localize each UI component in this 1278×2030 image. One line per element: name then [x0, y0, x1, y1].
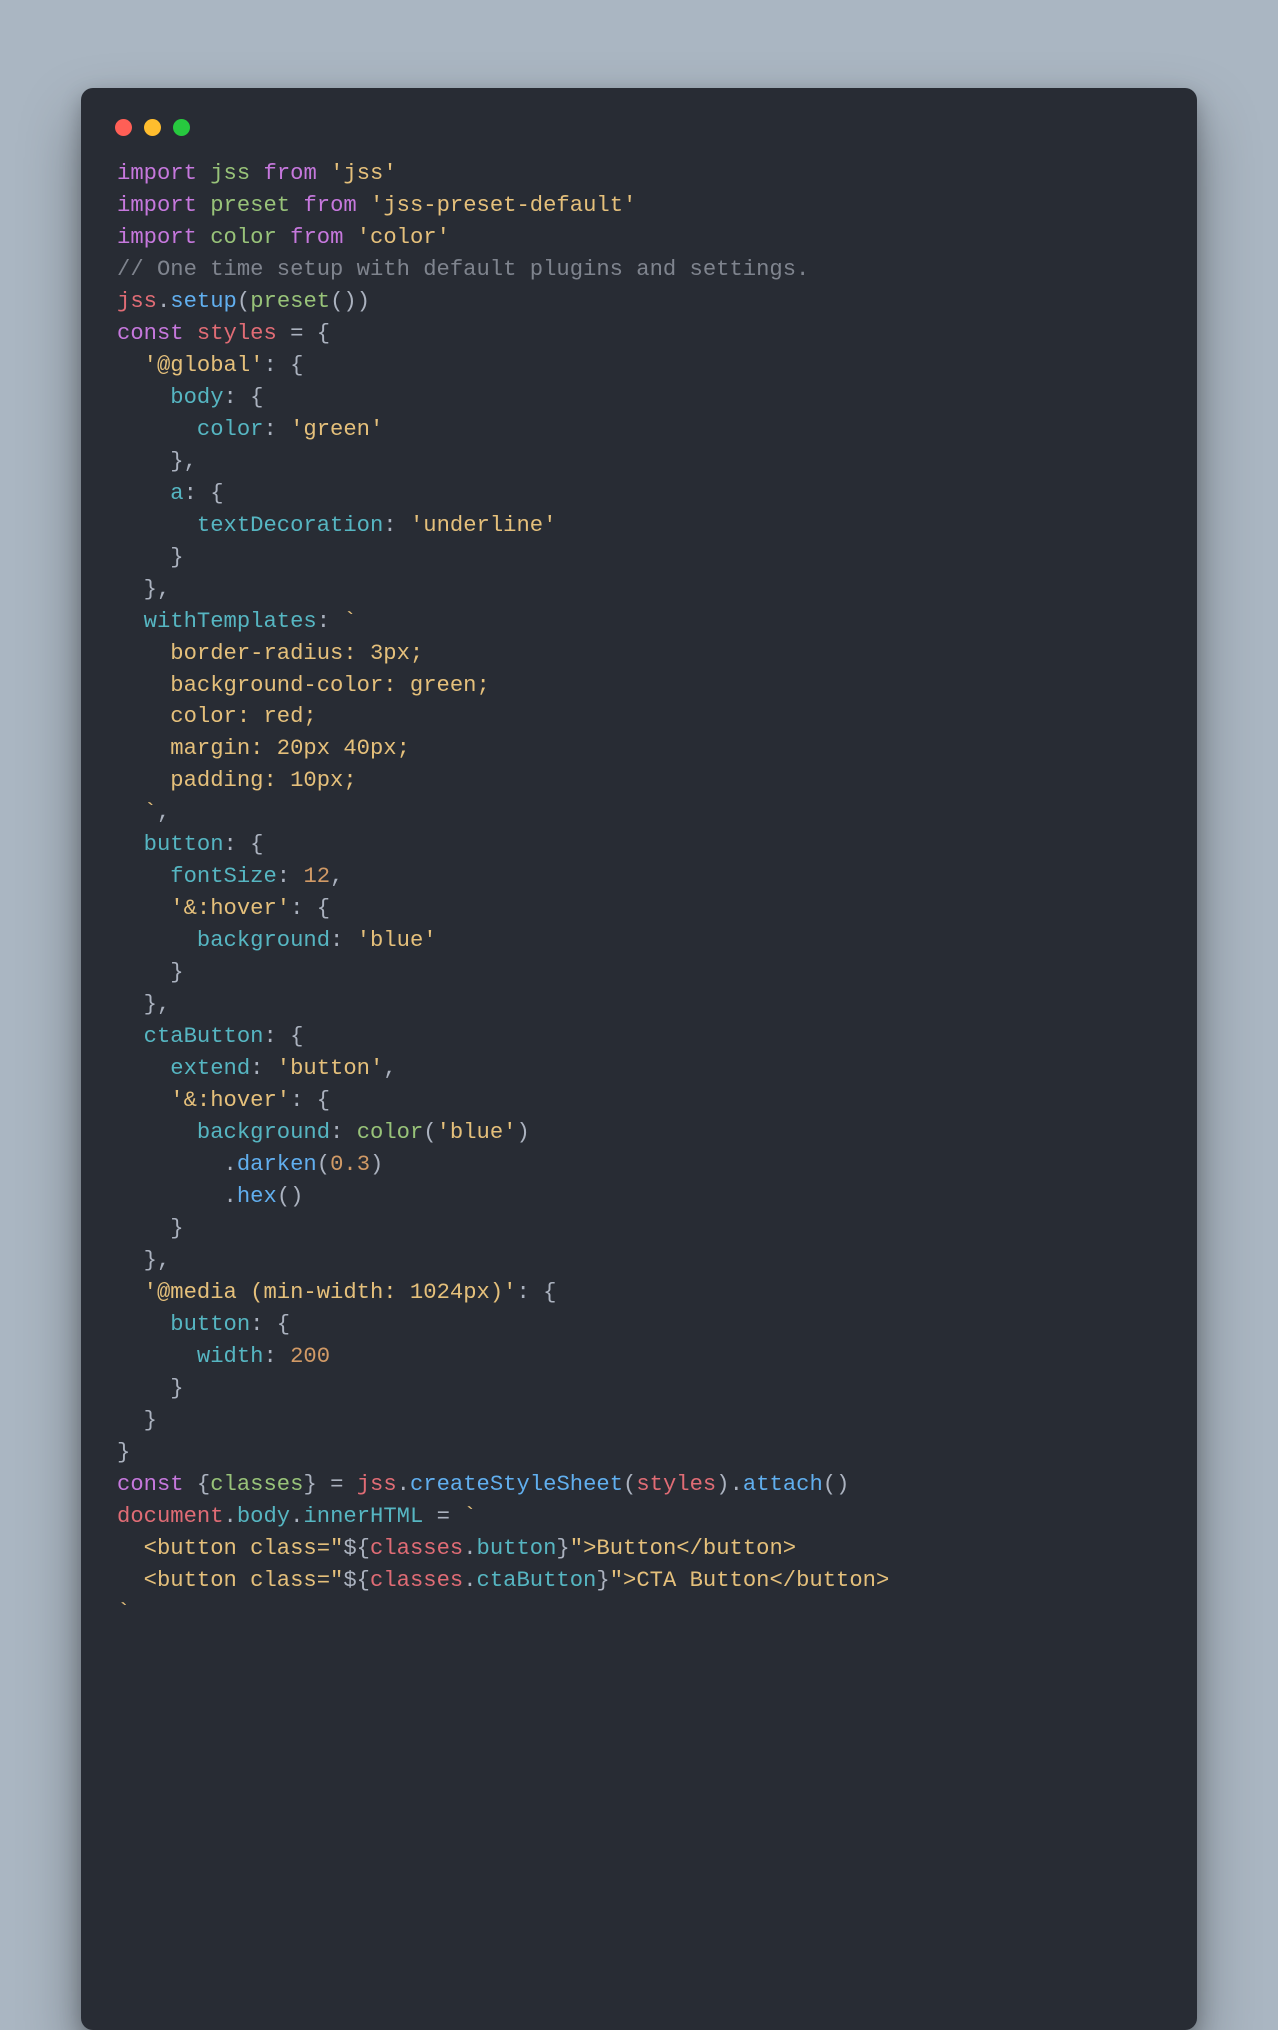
tpl-line: color: red; [117, 704, 317, 729]
key-media: '@media (min-width: 1024px)' [144, 1280, 517, 1305]
stage: import jss from 'jss' import preset from… [0, 0, 1278, 2030]
key-body: body [170, 385, 223, 410]
tpl-line [117, 800, 144, 825]
ident-jss: jss [357, 1472, 397, 1497]
comment: // One time setup with default plugins a… [117, 257, 809, 282]
tpl-text: ">CTA Button</button> [610, 1568, 890, 1593]
key-fontsize: fontSize [170, 864, 277, 889]
method-darken: darken [237, 1152, 317, 1177]
method-createstylesheet: createStyleSheet [410, 1472, 623, 1497]
tpl-line: border-radius: 3px; [117, 641, 423, 666]
key-width: width [197, 1344, 264, 1369]
key-button: button [170, 1312, 250, 1337]
ident-classes: classes [370, 1568, 463, 1593]
val-button: 'button' [277, 1056, 384, 1081]
keyword-const: const [117, 1472, 184, 1497]
key-withtemplates: withTemplates [144, 609, 317, 634]
close-icon[interactable] [115, 119, 132, 136]
prop-ctabutton: ctaButton [477, 1568, 597, 1593]
tpl-line: margin: 20px 40px; [117, 736, 410, 761]
key-hover: '&:hover' [170, 896, 290, 921]
key-a: a [170, 481, 183, 506]
num-12: 12 [303, 864, 330, 889]
ident-color: color [357, 1120, 424, 1145]
key-background: background [197, 1120, 330, 1145]
keyword-const: const [117, 321, 184, 346]
num-200: 200 [290, 1344, 330, 1369]
ident-preset: preset [210, 193, 290, 218]
prop-button: button [477, 1536, 557, 1561]
ident-jss: jss [117, 289, 157, 314]
code-window: import jss from 'jss' import preset from… [81, 88, 1197, 2030]
method-attach: attach [743, 1472, 823, 1497]
val-blue: 'blue' [357, 928, 437, 953]
key-ctabutton: ctaButton [144, 1024, 264, 1049]
key-hover: '&:hover' [170, 1088, 290, 1113]
keyword-from: from [303, 193, 356, 218]
keyword-import: import [117, 193, 197, 218]
key-button: button [144, 832, 224, 857]
key-extend: extend [170, 1056, 250, 1081]
zoom-icon[interactable] [173, 119, 190, 136]
ident-classes: classes [370, 1536, 463, 1561]
key-color: color [197, 417, 264, 442]
val-green: 'green' [290, 417, 383, 442]
keyword-from: from [290, 225, 343, 250]
key-global: '@global' [144, 353, 264, 378]
val-blue: 'blue' [437, 1120, 517, 1145]
key-background: background [197, 928, 330, 953]
keyword-from: from [264, 161, 317, 186]
prop-innerhtml: innerHTML [303, 1504, 423, 1529]
ident-color: color [210, 225, 277, 250]
ident-jss: jss [210, 161, 250, 186]
tpl-text: ">Button</button> [570, 1536, 796, 1561]
keyword-import: import [117, 161, 197, 186]
ident-document: document [117, 1504, 224, 1529]
string-preset: 'jss-preset-default' [370, 193, 636, 218]
ident-classes: classes [210, 1472, 303, 1497]
string-color: 'color' [357, 225, 450, 250]
code-block: import jss from 'jss' import preset from… [111, 158, 1167, 1629]
key-textdecoration: textDecoration [197, 513, 383, 538]
keyword-import: import [117, 225, 197, 250]
tpl-line: background-color: green; [117, 673, 490, 698]
num-03: 0.3 [330, 1152, 370, 1177]
ident-preset: preset [250, 289, 330, 314]
method-setup: setup [170, 289, 237, 314]
ident-styles: styles [636, 1472, 716, 1497]
window-controls [111, 113, 1167, 158]
method-hex: hex [237, 1184, 277, 1209]
tpl-text: <button class=" [117, 1568, 343, 1593]
minimize-icon[interactable] [144, 119, 161, 136]
string-jss: 'jss' [330, 161, 397, 186]
tpl-line: padding: 10px; [117, 768, 357, 793]
tpl-text: <button class=" [117, 1536, 343, 1561]
val-underline: 'underline' [410, 513, 556, 538]
prop-body: body [237, 1504, 290, 1529]
ident-styles: styles [197, 321, 277, 346]
